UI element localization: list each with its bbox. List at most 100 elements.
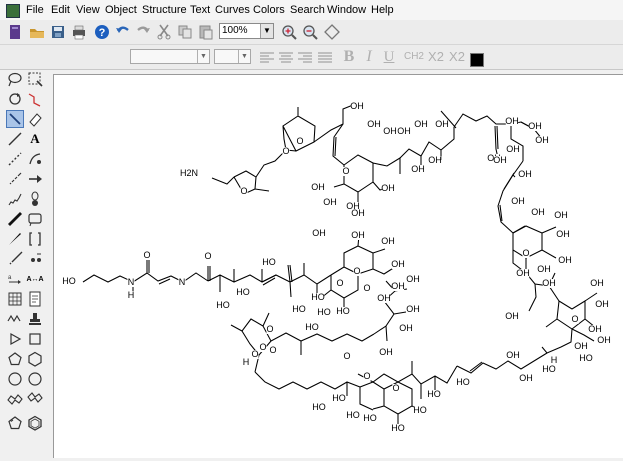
atom-label[interactable]: OH (406, 304, 420, 314)
italic-button[interactable]: I (362, 48, 376, 66)
atom-label[interactable]: OH (350, 101, 364, 111)
orbital-icon[interactable] (26, 190, 44, 208)
atom-label[interactable]: OH (311, 182, 325, 192)
atom-label[interactable]: OH (397, 126, 411, 136)
marquee-icon[interactable] (26, 70, 44, 88)
atom-label[interactable]: OH (519, 373, 533, 383)
chevron-down-icon[interactable]: ▼ (197, 50, 209, 63)
zoom-select[interactable]: 100% ▼ (219, 23, 274, 39)
atom-label[interactable]: OH (399, 323, 413, 333)
atom-label[interactable]: OH (381, 183, 395, 193)
menu-object[interactable]: Object (105, 3, 137, 17)
bond-tool-icon[interactable] (6, 130, 24, 148)
atom-label[interactable]: O (343, 351, 350, 361)
atom-label[interactable]: HO (542, 364, 556, 374)
atom-label[interactable]: O (251, 349, 258, 359)
atom-label[interactable]: O (282, 146, 289, 156)
atom-label[interactable]: H (128, 290, 135, 300)
menu-help[interactable]: Help (371, 3, 394, 17)
atom-label[interactable]: HO (363, 413, 377, 423)
atom-label[interactable]: HO (336, 306, 350, 316)
atom-label[interactable]: H (551, 355, 558, 365)
new-document-icon[interactable] (6, 23, 24, 41)
atom-label[interactable]: OH (351, 230, 365, 240)
help-icon[interactable]: ? (93, 23, 111, 41)
atom-label[interactable]: O (353, 266, 360, 276)
pen-tool-icon[interactable] (26, 150, 44, 168)
atom-label[interactable]: OH (590, 278, 604, 288)
table-icon[interactable] (6, 290, 24, 308)
atom-label[interactable]: OH (383, 126, 397, 136)
atom-label[interactable]: OH (381, 236, 395, 246)
atom-label[interactable]: OH (323, 197, 337, 207)
atom-label[interactable]: HO (312, 402, 326, 412)
atom-label[interactable]: O (392, 383, 399, 393)
cut-icon[interactable] (155, 23, 173, 41)
atom-label[interactable]: HO (62, 276, 76, 286)
charge-icon[interactable] (26, 250, 44, 268)
atom-label[interactable]: OH (391, 281, 405, 291)
font-select[interactable]: ▼ (130, 49, 210, 64)
atom-label[interactable]: O (269, 345, 276, 355)
rotate-icon[interactable] (6, 90, 24, 108)
atom-label[interactable]: OH (556, 229, 570, 239)
chain-tool-icon[interactable] (26, 90, 44, 108)
atom-label[interactable]: OH (406, 274, 420, 284)
atom-label[interactable]: HO (456, 377, 470, 387)
atom-label[interactable]: O (342, 166, 349, 176)
benzene-icon[interactable] (26, 414, 44, 432)
atom-label[interactable]: HO (292, 304, 306, 314)
drawing-canvas[interactable]: OH OH OH OH OH OH OH OH OH OH OH OH OH OH OH OH OH OH OH OH… (53, 74, 623, 458)
wedge-bond-icon[interactable] (6, 230, 24, 248)
atom-label[interactable]: OH (367, 119, 381, 129)
atom-label[interactable]: O (143, 250, 150, 260)
atom-label[interactable]: OH (435, 119, 449, 129)
reaction-arrow-icon[interactable]: a (6, 270, 24, 288)
hexagon-ring-icon[interactable] (26, 350, 44, 368)
atom-label[interactable]: OH (516, 268, 530, 278)
chevron-down-icon[interactable]: ▼ (260, 24, 273, 38)
print-icon[interactable] (70, 23, 88, 41)
octagon-ring-icon[interactable] (26, 370, 44, 388)
atom-label[interactable]: HO (391, 423, 405, 433)
arrow-tool-icon[interactable] (26, 170, 44, 188)
atom-label[interactable]: O (363, 371, 370, 381)
heptagon-ring-icon[interactable] (6, 370, 24, 388)
text-tool[interactable]: A (26, 130, 44, 148)
atom-label[interactable]: HO (332, 393, 346, 403)
menu-structure[interactable]: Structure (142, 3, 187, 17)
bold-bond-icon[interactable] (6, 210, 24, 228)
play-icon[interactable] (6, 330, 24, 348)
zoom-out-icon[interactable] (301, 23, 319, 41)
atom-label[interactable]: OH (414, 119, 428, 129)
chair-ring-icon[interactable] (6, 390, 24, 408)
bold-button[interactable]: B (341, 48, 357, 66)
atom-label[interactable]: OH (506, 350, 520, 360)
atom-label[interactable]: OH (506, 144, 520, 154)
atom-label[interactable]: OH (428, 155, 442, 165)
atom-label[interactable]: HO (311, 292, 325, 302)
atom-label[interactable]: HO (305, 322, 319, 332)
lasso-icon[interactable] (6, 70, 24, 88)
atom-label[interactable]: HO (236, 287, 250, 297)
menu-text[interactable]: Text (190, 3, 210, 17)
atom-label[interactable]: OH (518, 169, 532, 179)
atom-label[interactable]: H2N (180, 168, 198, 178)
atom-label[interactable]: OH (528, 121, 542, 131)
atom-label[interactable]: HO (413, 405, 427, 415)
atom-label[interactable]: N (179, 277, 186, 287)
hashed-bond-icon[interactable] (6, 170, 24, 188)
align-left-icon[interactable] (258, 49, 276, 67)
atom-label[interactable]: O (571, 314, 578, 324)
atom-label[interactable]: OH (505, 311, 519, 321)
atom-label[interactable]: O (259, 342, 266, 352)
full-page-icon[interactable] (323, 23, 341, 41)
atom-label[interactable]: O (336, 278, 343, 288)
chemical-formula-button[interactable]: CH2 (403, 48, 425, 66)
underline-button[interactable]: U (381, 48, 397, 66)
paste-icon[interactable] (197, 23, 215, 41)
atom-label[interactable]: OH (493, 155, 507, 165)
atom-label[interactable]: OH (542, 278, 556, 288)
menu-colors[interactable]: Colors (253, 3, 285, 17)
drawing-element-icon[interactable] (26, 210, 44, 228)
